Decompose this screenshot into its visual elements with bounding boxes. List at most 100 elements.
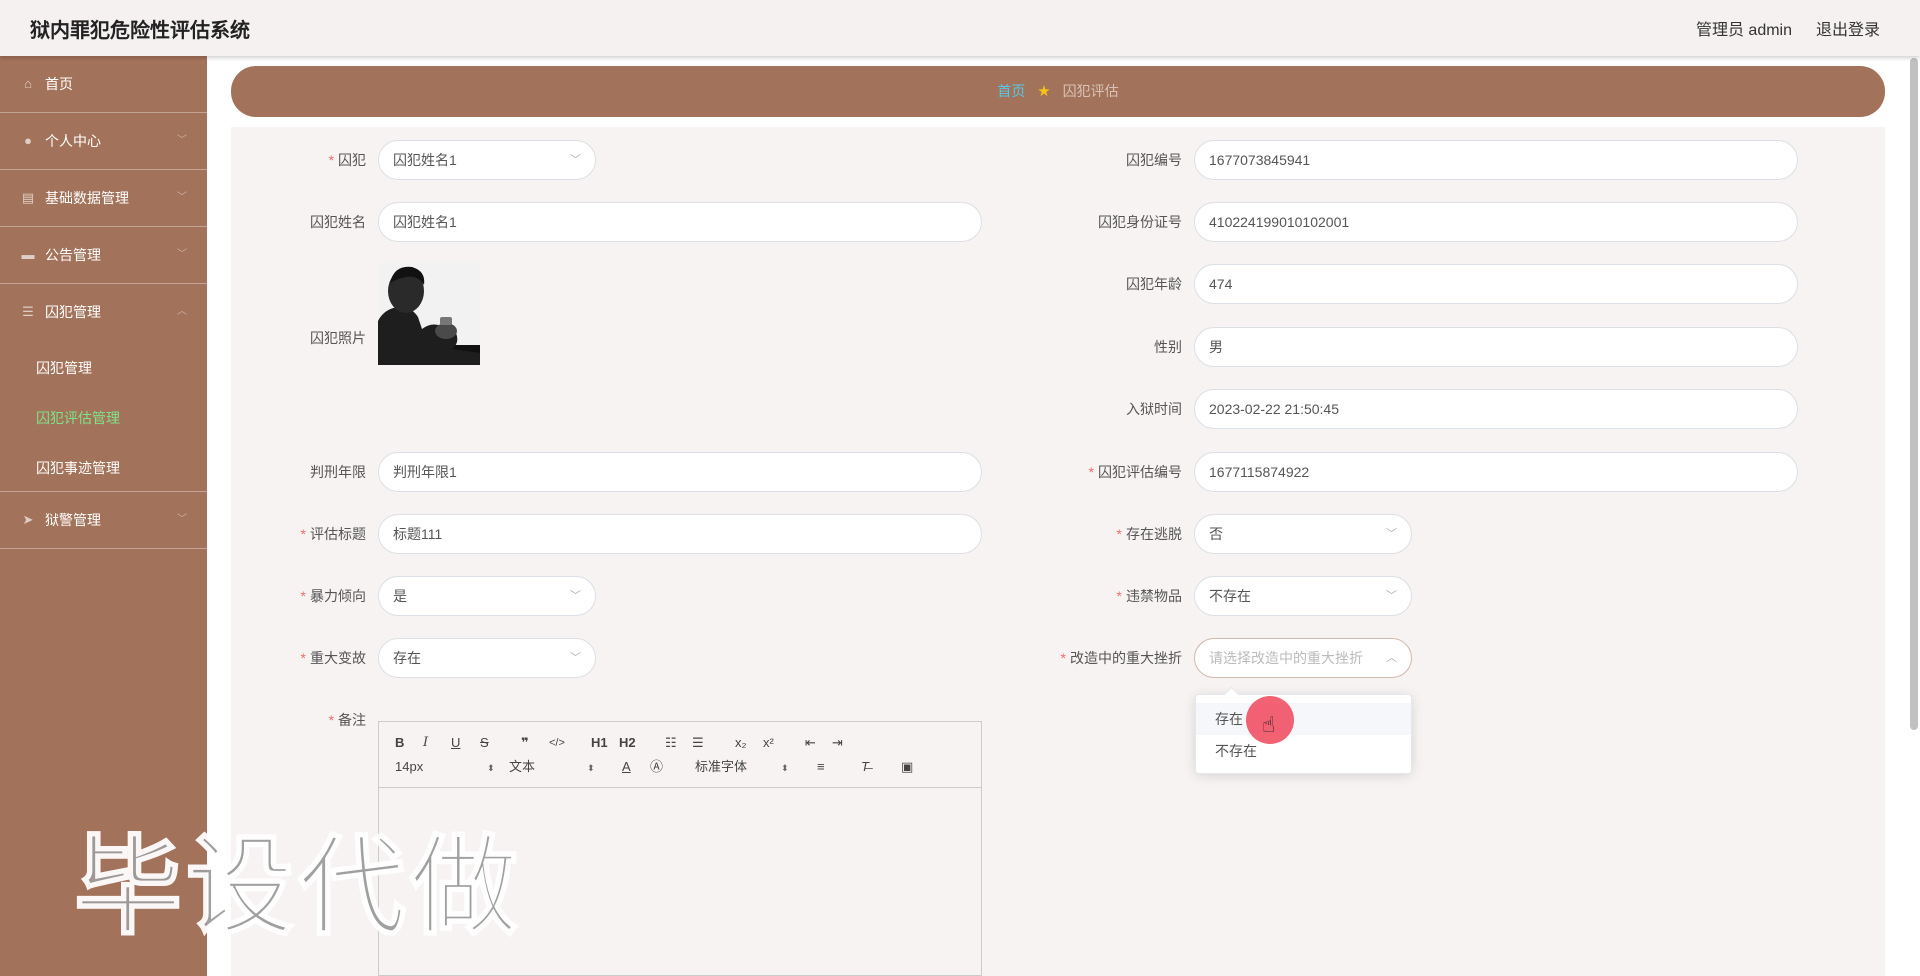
updown-icon: ⬍ bbox=[487, 763, 495, 773]
blockquote-button[interactable]: ❞ bbox=[521, 734, 529, 752]
eval-no-label: * 囚犯评估编号 bbox=[1088, 464, 1182, 480]
heading1-button[interactable]: H1 bbox=[591, 734, 608, 752]
gender-field[interactable]: 男 bbox=[1194, 327, 1798, 367]
clear-format-icon[interactable]: T̶ bbox=[861, 758, 869, 776]
heading2-button[interactable]: H2 bbox=[619, 734, 636, 752]
font-family-select[interactable]: 标准字体 ⬍ bbox=[695, 758, 795, 776]
sidebar-item-label: 狱警管理 bbox=[45, 512, 101, 528]
chevron-down-icon: ﹀ bbox=[177, 192, 187, 203]
age-field[interactable]: 474 bbox=[1194, 264, 1798, 304]
submenu-item-label: 囚犯事迹管理 bbox=[36, 460, 120, 476]
setback-label: * 改造中的重大挫折 bbox=[1060, 650, 1182, 666]
chevron-down-icon: ﹀ bbox=[177, 135, 187, 146]
send-icon: ➤ bbox=[22, 512, 34, 527]
prisoner-name-label: 囚犯姓名 bbox=[310, 214, 366, 230]
sidebar-item-label: 囚犯管理 bbox=[45, 304, 101, 320]
block-format-select[interactable]: 文本 ⬍ bbox=[509, 758, 595, 776]
contraband-select[interactable]: 不存在 ﹀ bbox=[1194, 576, 1412, 616]
escape-label: * 存在逃脱 bbox=[1116, 526, 1182, 542]
subscript-button[interactable]: x₂ bbox=[735, 734, 747, 752]
eval-title-field[interactable]: 标题111 bbox=[378, 514, 982, 554]
contraband-select-value: 不存在 bbox=[1209, 588, 1251, 604]
sidebar-item-label: 基础数据管理 bbox=[45, 190, 129, 206]
code-block-button[interactable]: </> bbox=[549, 734, 565, 752]
underline-button[interactable]: U bbox=[451, 734, 460, 752]
prisoner-select-value: 囚犯姓名1 bbox=[393, 152, 457, 168]
breadcrumb: 首页 ★ 囚犯评估 bbox=[231, 66, 1885, 117]
align-left-icon[interactable]: ≡ bbox=[817, 758, 825, 776]
prisoner-name-field[interactable]: 囚犯姓名1 bbox=[378, 202, 982, 242]
sentence-field[interactable]: 判刑年限1 bbox=[378, 452, 982, 492]
font-size-select[interactable]: 14px ⬍ bbox=[395, 758, 495, 776]
chevron-down-icon: ﹀ bbox=[1386, 528, 1397, 540]
eval-no-field[interactable]: 1677115874922 bbox=[1194, 452, 1798, 492]
sidebar-item-home[interactable]: ⌂ 首页 bbox=[0, 56, 207, 113]
submenu-item-prisoner-eval[interactable]: 囚犯评估管理 bbox=[0, 391, 207, 441]
monitor-icon: ▬ bbox=[21, 247, 35, 262]
contraband-label: * 违禁物品 bbox=[1116, 588, 1182, 604]
prisoner-no-label: 囚犯编号 bbox=[1126, 152, 1182, 168]
setback-dropdown: 存在 不存在 bbox=[1195, 694, 1412, 774]
submenu-item-prisoner-manage[interactable]: 囚犯管理 bbox=[0, 341, 207, 391]
admin-user-label: 管理员 admin bbox=[1695, 22, 1792, 39]
updown-icon: ⬍ bbox=[587, 763, 595, 773]
chevron-down-icon: ﹀ bbox=[570, 590, 581, 602]
eval-title-label: * 评估标题 bbox=[300, 526, 366, 542]
chevron-down-icon: ﹀ bbox=[1386, 590, 1397, 602]
violence-select-value: 是 bbox=[393, 588, 407, 604]
sidebar-item-label: 个人中心 bbox=[45, 133, 101, 149]
superscript-button[interactable]: x² bbox=[763, 734, 774, 752]
id-card-label: 囚犯身份证号 bbox=[1098, 214, 1182, 230]
user-icon: ● bbox=[24, 133, 32, 148]
escape-select-value: 否 bbox=[1209, 526, 1223, 542]
violence-label: * 暴力倾向 bbox=[300, 588, 366, 604]
image-icon[interactable]: ▣ bbox=[901, 758, 913, 776]
entry-time-field[interactable]: 2023-02-22 21:50:45 bbox=[1194, 389, 1798, 429]
major-change-label: * 重大变故 bbox=[300, 650, 366, 666]
prisoner-photo-image bbox=[378, 263, 480, 365]
chevron-down-icon: ﹀ bbox=[177, 249, 187, 260]
prisoner-select[interactable]: 囚犯姓名1 ﹀ bbox=[378, 140, 596, 180]
strike-button[interactable]: S bbox=[480, 734, 489, 752]
dropdown-option-not-exists[interactable]: 不存在 bbox=[1196, 735, 1411, 767]
breadcrumb-home[interactable]: 首页 bbox=[997, 83, 1025, 99]
age-label: 囚犯年龄 bbox=[1126, 276, 1182, 292]
chevron-down-icon: ﹀ bbox=[570, 154, 581, 166]
updown-icon: ⬍ bbox=[781, 763, 789, 773]
chevron-up-icon: ︿ bbox=[1386, 652, 1397, 664]
prisoner-photo[interactable] bbox=[378, 263, 480, 365]
sidebar-item-notice[interactable]: ▬ 公告管理 ﹀ bbox=[0, 227, 207, 284]
major-change-select[interactable]: 存在 ﹀ bbox=[378, 638, 596, 678]
outdent-icon[interactable]: ⇤ bbox=[805, 734, 816, 752]
violence-select[interactable]: 是 ﹀ bbox=[378, 576, 596, 616]
star-icon: ★ bbox=[1037, 83, 1051, 100]
setback-select[interactable]: 请选择改造中的重大挫折 ︿ bbox=[1194, 638, 1412, 678]
logout-link[interactable]: 退出登录 bbox=[1816, 16, 1880, 40]
top-header: 狱内罪犯危险性评估系统 管理员 admin 退出登录 bbox=[0, 0, 1920, 56]
hand-cursor-icon: ☝ bbox=[1262, 712, 1276, 737]
prisoner-no-field[interactable]: 1677073845941 bbox=[1194, 140, 1798, 180]
font-family-value: 标准字体 bbox=[695, 759, 748, 774]
id-card-field[interactable]: 410224199010102001 bbox=[1194, 202, 1798, 242]
prisoner-label: * 囚犯 bbox=[328, 152, 366, 168]
indent-icon[interactable]: ⇥ bbox=[832, 734, 843, 752]
escape-select[interactable]: 否 ﹀ bbox=[1194, 514, 1412, 554]
bold-button[interactable]: B bbox=[395, 734, 404, 752]
prisoner-photo-label: 囚犯照片 bbox=[310, 330, 366, 346]
submenu-item-label: 囚犯管理 bbox=[36, 360, 92, 376]
italic-button[interactable]: I bbox=[423, 734, 428, 752]
submenu-item-label: 囚犯评估管理 bbox=[36, 410, 120, 426]
ordered-list-icon[interactable]: ☷ bbox=[665, 734, 677, 752]
bullet-list-icon[interactable]: ☰ bbox=[692, 734, 704, 752]
font-color-icon[interactable]: A bbox=[622, 758, 631, 776]
home-icon: ⌂ bbox=[24, 76, 32, 91]
page-scrollbar[interactable] bbox=[1910, 58, 1918, 730]
background-color-icon[interactable]: Ⓐ bbox=[650, 758, 663, 776]
major-change-select-value: 存在 bbox=[393, 650, 421, 666]
entry-time-label: 入狱时间 bbox=[1126, 401, 1182, 417]
dropdown-option-exists[interactable]: 存在 bbox=[1196, 703, 1411, 735]
gender-label: 性别 bbox=[1154, 339, 1182, 355]
app-title: 狱内罪犯危险性评估系统 bbox=[30, 20, 250, 42]
list-icon: ☰ bbox=[22, 304, 34, 319]
block-format-value: 文本 bbox=[509, 759, 536, 774]
